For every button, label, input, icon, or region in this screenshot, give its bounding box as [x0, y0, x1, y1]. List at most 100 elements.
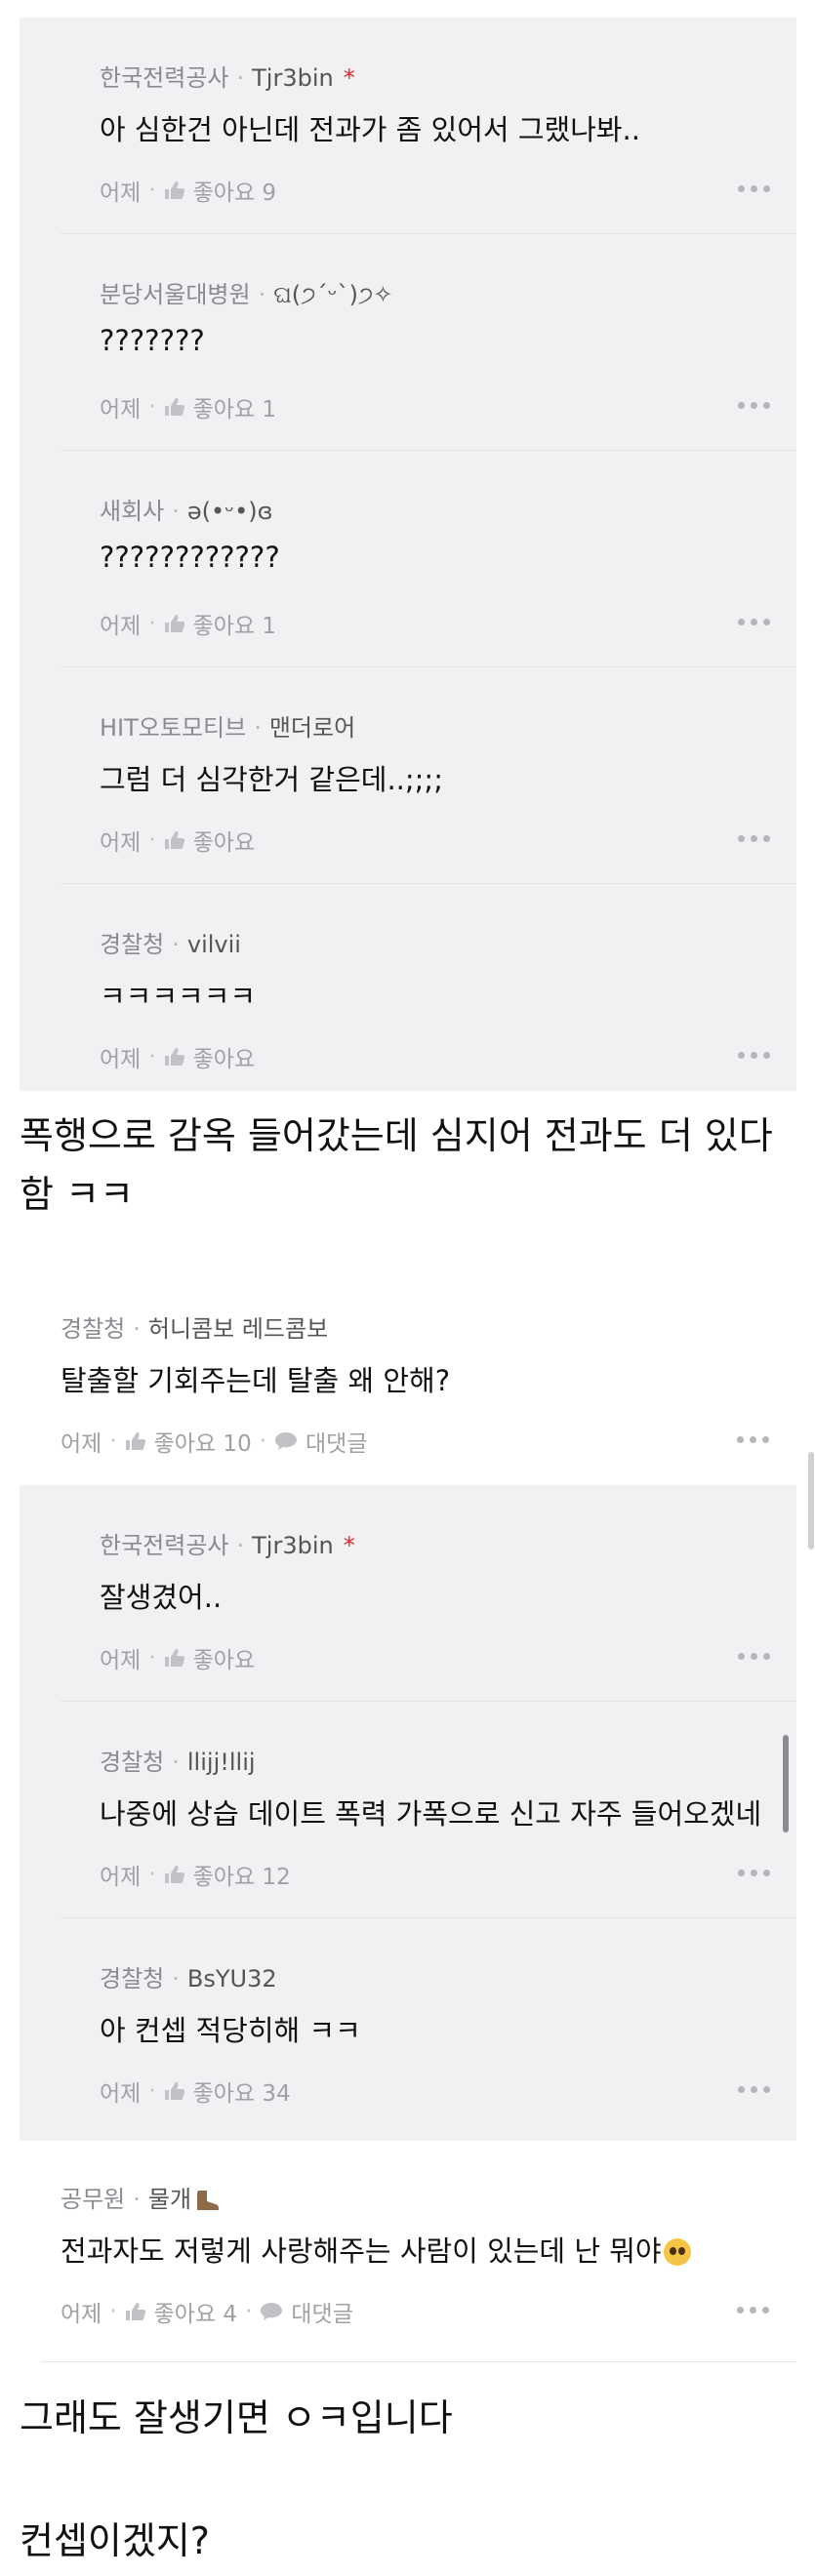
nickname[interactable]: ଘ(੭ˊᵕˋ)੭✧	[273, 281, 392, 308]
reply-meta: 새회사 · ə(•ᵕ•)ɞ	[100, 492, 273, 526]
reply-button[interactable]: 대댓글	[274, 1425, 368, 1458]
company-label: 경찰청	[100, 931, 165, 958]
company-label: 새회사	[100, 498, 165, 525]
more-dots-icon[interactable]	[738, 2084, 777, 2094]
speech-bubble-icon	[275, 1432, 298, 1450]
like-button[interactable]: 좋아요	[164, 1040, 255, 1073]
company-label: 경찰청	[61, 1315, 126, 1343]
like-button[interactable]: 좋아요	[164, 1641, 255, 1674]
like-count: 좋아요 1	[192, 614, 277, 639]
thumbs-up-icon	[164, 2082, 184, 2100]
reply-item: 경찰청 · vilvii ㅋㅋㅋㅋㅋㅋ 어제 · 좋아요	[20, 884, 796, 1091]
like-count: 좋아요 1	[192, 397, 277, 423]
more-dots-icon[interactable]	[738, 617, 777, 626]
meta-separator: ·	[109, 2299, 117, 2324]
scrollbar-thumb[interactable]	[808, 1452, 814, 1550]
like-button[interactable]: 좋아요 1	[164, 390, 276, 423]
nickname[interactable]: 맨더로어	[269, 714, 355, 742]
post-body-text: 컨셉이겠지?	[20, 2519, 210, 2562]
more-dots-icon[interactable]	[738, 1050, 777, 1060]
reply-item: 경찰청 · llijj!llij 나중에 상습 데이트 폭력 가폭으로 신고 자주 …	[20, 1702, 796, 1918]
more-dots-icon[interactable]	[738, 1651, 777, 1661]
nickname[interactable]: Tjr3bin	[252, 64, 334, 92]
time-label: 어제	[100, 397, 142, 423]
reply-button[interactable]: 대댓글	[260, 2295, 353, 2328]
reply-text: 그럼 더 심각한거 같은데..;;;;	[100, 763, 443, 796]
comment-text-content: 전과자도 저렇게 사랑해주는 사람이 있는데 난 뭐야	[61, 2234, 662, 2268]
reply-meta: 경찰청 · llijj!llij	[100, 1743, 256, 1777]
post-line: 폭행으로 감옥 들어갔는데 심지어 전과도 더 있다	[20, 1114, 773, 1157]
company-label: 한국전력공사	[100, 1532, 229, 1559]
reply-text: ????????????	[100, 541, 280, 574]
nickname[interactable]: Tjr3bin	[252, 1532, 334, 1559]
comment-actions: 어제 · 좋아요 10 · 대댓글	[61, 1425, 368, 1458]
meta-separator: ·	[148, 1862, 156, 1887]
nickname[interactable]: 물개	[148, 2186, 191, 2213]
time-label: 어제	[100, 1648, 142, 1673]
author-star-badge: *	[343, 1532, 355, 1559]
comment-text: 탈출할 기회주는데 탈출 왜 안해?	[61, 1364, 451, 1397]
like-button[interactable]: 좋아요 12	[164, 1858, 291, 1891]
meta-separator: ·	[172, 498, 180, 525]
time-label: 어제	[100, 1865, 142, 1890]
like-button[interactable]: 좋아요 1	[164, 607, 276, 640]
nickname[interactable]: BsYU32	[187, 1965, 277, 1992]
more-dots-icon[interactable]	[738, 400, 777, 410]
like-count: 좋아요	[192, 1047, 256, 1072]
like-count: 좋아요 12	[192, 1865, 291, 1890]
meta-separator: ·	[133, 2186, 141, 2213]
reply-meta: HIT오토모티브 · 맨더로어	[100, 708, 355, 743]
reply-text: 아 심한건 아닌데 전과가 좀 있어서 그랬나봐..	[100, 113, 640, 146]
time-label: 어제	[61, 1431, 102, 1457]
reply-actions: 어제 · 좋아요 9	[100, 174, 276, 207]
thumbs-up-icon	[164, 831, 184, 849]
like-button[interactable]: 좋아요 34	[164, 2074, 291, 2108]
reply-text: 나중에 상습 데이트 폭력 가폭으로 신고 자주 들어오겠네	[100, 1797, 762, 1831]
nickname[interactable]: vilvii	[187, 931, 241, 958]
reply-actions: 어제 · 좋아요 1	[100, 607, 276, 640]
meta-separator: ·	[148, 827, 156, 853]
more-dots-icon[interactable]	[737, 1434, 776, 1444]
meta-separator: ·	[109, 1429, 117, 1454]
meta-separator: ·	[172, 931, 180, 958]
nickname[interactable]: 허니콤보 레드콤보	[148, 1315, 328, 1343]
reply-text: ㅋㅋㅋㅋㅋㅋ	[100, 980, 257, 1013]
thumbs-up-icon	[164, 398, 184, 416]
thumbs-up-icon	[125, 2303, 145, 2320]
boot-icon	[197, 2191, 220, 2210]
reply-actions: 어제 · 좋아요	[100, 824, 255, 857]
time-label: 어제	[61, 2302, 102, 2327]
reply-item: HIT오토모티브 · 맨더로어 그럼 더 심각한거 같은데..;;;; 어제 · 좋아…	[20, 667, 796, 884]
post-body-text: 폭행으로 감옥 들어갔는데 심지어 전과도 더 있다 함 ㅋㅋ	[20, 1107, 773, 1224]
more-dots-icon[interactable]	[738, 833, 777, 843]
thumbs-up-icon	[164, 1048, 184, 1066]
meta-separator: ·	[148, 394, 156, 420]
meta-separator: ·	[236, 1532, 245, 1559]
more-dots-icon[interactable]	[738, 183, 777, 193]
more-dots-icon[interactable]	[738, 1868, 777, 1877]
like-button[interactable]: 좋아요 4	[125, 2295, 237, 2328]
reply-actions: 어제 · 좋아요 34	[100, 2074, 291, 2108]
thumbs-up-icon	[164, 1649, 184, 1667]
scrollbar-thumb[interactable]	[783, 1735, 789, 1832]
more-dots-icon[interactable]	[737, 2305, 776, 2314]
like-button[interactable]: 좋아요 9	[164, 174, 276, 207]
reply-label: 대댓글	[306, 1431, 368, 1457]
reply-text: 아 컨셉 적당히해 ㅋㅋ	[100, 2014, 361, 2047]
meta-separator: ·	[254, 714, 262, 742]
thumbs-up-icon	[125, 1432, 145, 1450]
comment-actions: 어제 · 좋아요 4 · 대댓글	[61, 2295, 353, 2328]
reply-actions: 어제 · 좋아요 12	[100, 1858, 291, 1891]
nickname[interactable]: ə(•ᵕ•)ɞ	[187, 498, 273, 525]
company-label: 분당서울대병원	[100, 281, 251, 308]
nickname[interactable]: llijj!llij	[187, 1749, 256, 1776]
meta-separator: ·	[259, 1429, 267, 1454]
like-button[interactable]: 좋아요	[164, 824, 255, 857]
like-button[interactable]: 좋아요 10	[125, 1425, 252, 1458]
meta-separator: ·	[172, 1965, 180, 1992]
like-count: 좋아요 10	[153, 1431, 252, 1457]
meta-separator: ·	[245, 2299, 253, 2324]
reply-meta: 한국전력공사 · Tjr3bin *	[100, 1526, 355, 1560]
company-label: 경찰청	[100, 1749, 165, 1776]
comment-meta: 공무원 · 물개	[61, 2180, 221, 2214]
